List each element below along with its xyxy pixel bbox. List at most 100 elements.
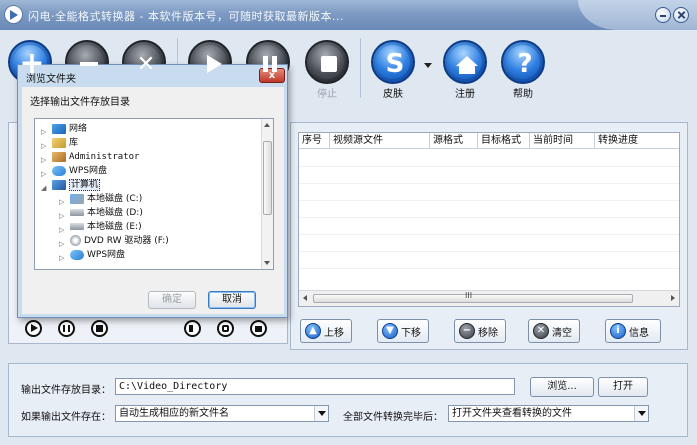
tree-item-wps-cloud-drive[interactable]: ▷ WPS网盘 (59, 248, 125, 262)
row-divider (299, 234, 679, 235)
snapshot-folder-button[interactable] (250, 320, 267, 337)
tree-item-library[interactable]: ▷ 库 (41, 136, 78, 150)
tree-item-computer[interactable]: ◢ 计算机 (41, 178, 101, 192)
help-label: 帮助 (513, 89, 533, 100)
move-down-button[interactable]: ▼ 下移 (377, 319, 429, 343)
dialog-cancel-button[interactable]: 取消 (208, 291, 256, 309)
skin-label: 皮肤 (383, 89, 403, 100)
row-divider (299, 251, 679, 252)
expand-arrow-icon[interactable]: ▷ (41, 167, 49, 178)
title-bar: 闪电·全能格式转换器 - 本软件版本号，可随时获取最新版本... (0, 0, 697, 30)
open-folder-button[interactable]: 打开 (598, 377, 648, 397)
scrollbar-grip: III (465, 291, 473, 300)
expand-arrow-icon[interactable]: ▷ (59, 209, 67, 220)
scroll-down-arrow-icon[interactable] (264, 261, 270, 265)
snapshot-button[interactable] (217, 320, 234, 337)
pause-icon (63, 325, 70, 332)
scrollbar-thumb[interactable] (313, 294, 633, 303)
column-header-index[interactable]: 序号 (299, 133, 330, 149)
tree-item-network[interactable]: ▷ 网络 (41, 122, 87, 136)
scroll-left-arrow-icon[interactable] (303, 295, 307, 301)
browse-button[interactable]: 浏览... (530, 377, 594, 397)
minimize-button[interactable] (655, 7, 671, 23)
tree-item-wps-cloud[interactable]: ▷ WPS网盘 (41, 164, 107, 178)
tree-item-dvd-drive[interactable]: ▷ DVD RW 驱动器 (F:) (59, 234, 169, 248)
dialog-ok-button[interactable]: 确定 (148, 291, 196, 309)
volume-icon (189, 325, 193, 332)
column-header-current-time[interactable]: 当前时间 (530, 133, 595, 149)
tree-item-drive-e[interactable]: ▷ 本地磁盘 (E:) (59, 220, 142, 234)
skin-dropdown-arrow-icon[interactable] (424, 63, 432, 68)
expand-arrow-icon[interactable]: ▷ (59, 251, 67, 262)
after-convert-select[interactable]: 打开文件夹查看转换的文件 (448, 405, 649, 422)
network-icon (52, 123, 66, 134)
remove-item-button[interactable]: − 移除 (454, 319, 506, 343)
file-table[interactable]: 序号 视频源文件 源格式 目标格式 当前时间 转换进度 III (298, 132, 680, 307)
tree-vertical-scrollbar[interactable] (261, 119, 273, 269)
stop-icon (307, 42, 351, 86)
dialog-body: 选择输出文件存放目录 ▷ 网络 ▷ 库 ▷ Administrator ▷ WPS网盘 … (22, 87, 284, 314)
expand-arrow-icon[interactable]: ▷ (41, 153, 49, 164)
file-list-panel: 序号 视频源文件 源格式 目标格式 当前时间 转换进度 III ▲ 上移 ▼ 下… (290, 122, 688, 350)
move-up-label: 上移 (324, 327, 344, 339)
tree-item-administrator[interactable]: ▷ Administrator (41, 150, 139, 164)
expand-arrow-icon[interactable]: ▷ (41, 139, 49, 150)
dialog-prompt: 选择输出文件存放目录 (30, 97, 130, 108)
pause-icon (248, 42, 292, 86)
computer-icon (52, 179, 66, 190)
disk-icon (70, 223, 84, 230)
skin-button[interactable]: S 皮肤 (370, 40, 416, 100)
folder-icon (255, 326, 262, 332)
file-exists-value: 自动生成相应的新文件名 (119, 408, 229, 419)
help-button[interactable]: ? 帮助 (500, 40, 546, 100)
file-exists-label: 如果输出文件存在： (21, 412, 111, 423)
preview-pause-button[interactable] (58, 320, 75, 337)
skin-s-icon: S (385, 49, 405, 79)
move-up-button[interactable]: ▲ 上移 (300, 319, 352, 343)
library-icon (52, 137, 66, 148)
browse-folder-dialog: 浏览文件夹 x 选择输出文件存放目录 ▷ 网络 ▷ 库 ▷ Administrator… (17, 64, 288, 318)
clear-label: 清空 (552, 327, 572, 339)
column-header-source-format[interactable]: 源格式 (430, 133, 478, 149)
play-icon (190, 42, 234, 86)
cloud-icon (52, 165, 66, 176)
output-dir-field[interactable]: C:\Video_Directory (115, 378, 515, 395)
system-disk-icon (70, 193, 84, 204)
volume-button[interactable] (184, 320, 201, 337)
file-exists-select[interactable]: 自动生成相应的新文件名 (115, 405, 329, 422)
stop-button[interactable]: 停止 (304, 40, 350, 100)
scroll-right-arrow-icon[interactable] (671, 295, 675, 301)
scrollbar-thumb[interactable] (263, 141, 272, 215)
window-title: 闪电·全能格式转换器 - 本软件版本号，可随时获取最新版本... (28, 10, 344, 23)
register-button[interactable]: 注册 (442, 40, 488, 100)
collapse-arrow-icon[interactable]: ◢ (41, 181, 49, 192)
remove-icon (67, 42, 111, 86)
remove-icon: − (459, 323, 475, 339)
expand-arrow-icon[interactable]: ▷ (59, 223, 67, 234)
preview-play-button[interactable] (25, 320, 42, 337)
expand-arrow-icon[interactable]: ▷ (59, 237, 67, 248)
expand-arrow-icon[interactable]: ▷ (59, 195, 67, 206)
close-icon: ✕ (533, 323, 549, 339)
window-close-button[interactable] (673, 7, 689, 23)
close-icon: ✕ (136, 51, 156, 77)
expand-arrow-icon[interactable]: ▷ (41, 125, 49, 136)
info-label: 信息 (629, 327, 649, 339)
folder-tree[interactable]: ▷ 网络 ▷ 库 ▷ Administrator ▷ WPS网盘 ◢ 计算机 ▷ 本地磁盘 … (34, 118, 274, 270)
scroll-up-arrow-icon[interactable] (264, 123, 270, 127)
column-header-progress[interactable]: 转换进度 (595, 133, 679, 149)
column-header-target-format[interactable]: 目标格式 (478, 133, 530, 149)
horizontal-scrollbar[interactable]: III (299, 290, 679, 306)
play-icon (31, 324, 38, 332)
clear-items-button[interactable]: ✕ 清空 (528, 319, 580, 343)
output-dir-label: 输出文件存放目录： (21, 385, 111, 396)
preview-stop-button[interactable] (91, 320, 108, 337)
column-header-source-file[interactable]: 视频源文件 (330, 133, 430, 149)
register-label: 注册 (455, 89, 475, 100)
after-convert-value: 打开文件夹查看转换的文件 (452, 408, 572, 419)
dvd-icon (70, 235, 81, 246)
tree-item-drive-d[interactable]: ▷ 本地磁盘 (D:) (59, 206, 143, 220)
info-button[interactable]: i 信息 (605, 319, 661, 343)
row-divider (299, 200, 679, 201)
tree-item-drive-c[interactable]: ▷ 本地磁盘 (C:) (59, 192, 142, 206)
